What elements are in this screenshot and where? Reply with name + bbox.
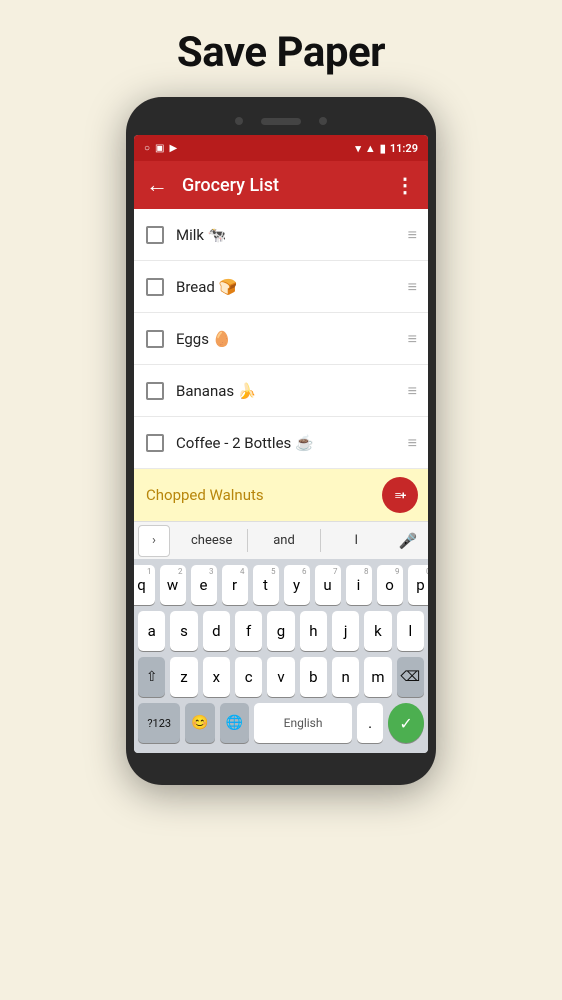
toolbar-title: Grocery List xyxy=(182,175,395,196)
add-icon: ≡+ xyxy=(395,489,405,502)
enter-key[interactable]: ✓ xyxy=(388,703,424,743)
toolbar: ← Grocery List ⋮ xyxy=(134,161,428,209)
more-button[interactable]: ⋮ xyxy=(395,173,416,197)
microphone-button[interactable]: 🎤 xyxy=(392,532,424,550)
key-x[interactable]: x xyxy=(203,657,230,697)
item-coffee: Coffee - 2 Bottles ☕ xyxy=(176,434,408,452)
key-h[interactable]: h xyxy=(300,611,327,651)
space-key[interactable]: English xyxy=(254,703,352,743)
drag-handle-bread[interactable]: ≡ xyxy=(408,277,416,297)
drag-handle-coffee[interactable]: ≡ xyxy=(408,433,416,453)
phone-top-bar xyxy=(134,111,428,135)
item-bananas: Bananas 🍌 xyxy=(176,382,408,400)
battery-icon: ▮ xyxy=(380,142,386,155)
key-v[interactable]: v xyxy=(267,657,294,697)
checkbox-bread[interactable] xyxy=(146,278,164,296)
suggestion-bar: › cheese and I 🎤 xyxy=(134,521,428,559)
key-z[interactable]: z xyxy=(170,657,197,697)
keyboard-row-2: a s d f g h j k l xyxy=(138,611,424,651)
key-q[interactable]: 1q xyxy=(134,565,155,605)
sensor-dot xyxy=(319,117,327,125)
add-item-button[interactable]: ≡+ xyxy=(382,477,418,513)
status-left-icons: ○ ▣ ▶ xyxy=(144,143,177,154)
key-l[interactable]: l xyxy=(397,611,424,651)
suggestion-cheese[interactable]: cheese xyxy=(176,529,248,552)
status-bar: ○ ▣ ▶ ▾ ▲ ▮ 11:29 xyxy=(134,135,428,161)
page-title: Save Paper xyxy=(177,28,385,77)
item-milk: Milk 🐄 xyxy=(176,226,408,244)
drag-handle-bananas[interactable]: ≡ xyxy=(408,381,416,401)
key-e[interactable]: 3e xyxy=(191,565,217,605)
period-key[interactable]: . xyxy=(357,703,383,743)
back-button[interactable]: ← xyxy=(146,172,168,198)
key-p[interactable]: 0p xyxy=(408,565,429,605)
key-s[interactable]: s xyxy=(170,611,197,651)
keyboard-row-1: 1q 2w 3e 4r 5t 6y 7u 8i 9o 0p xyxy=(138,565,424,605)
phone-screen: ○ ▣ ▶ ▾ ▲ ▮ 11:29 ← Grocery List ⋮ Milk … xyxy=(134,135,428,753)
phone-bottom-bar xyxy=(134,753,428,767)
suggestion-i[interactable]: I xyxy=(321,529,392,552)
key-c[interactable]: c xyxy=(235,657,262,697)
key-i[interactable]: 8i xyxy=(346,565,372,605)
checkbox-eggs[interactable] xyxy=(146,330,164,348)
key-y[interactable]: 6y xyxy=(284,565,310,605)
list-item: Eggs 🥚 ≡ xyxy=(134,313,428,365)
keyboard-row-4: ?123 😊 🌐 English . ✓ xyxy=(138,703,424,743)
list-item: Bread 🍞 ≡ xyxy=(134,261,428,313)
input-row[interactable]: Chopped Walnuts ≡+ xyxy=(134,469,428,521)
key-g[interactable]: g xyxy=(267,611,294,651)
status-right-icons: ▾ ▲ ▮ 11:29 xyxy=(355,142,418,155)
phone-shell: ○ ▣ ▶ ▾ ▲ ▮ 11:29 ← Grocery List ⋮ Milk … xyxy=(126,97,436,785)
keyboard: 1q 2w 3e 4r 5t 6y 7u 8i 9o 0p a s d f g … xyxy=(134,559,428,753)
key-f[interactable]: f xyxy=(235,611,262,651)
drag-handle-milk[interactable]: ≡ xyxy=(408,225,416,245)
drag-handle-eggs[interactable]: ≡ xyxy=(408,329,416,349)
input-current-text: Chopped Walnuts xyxy=(146,486,382,504)
key-w[interactable]: 2w xyxy=(160,565,186,605)
globe-key[interactable]: 🌐 xyxy=(220,703,249,743)
list-item: Bananas 🍌 ≡ xyxy=(134,365,428,417)
chevron-right-icon: › xyxy=(152,533,156,548)
backspace-key[interactable]: ⌫ xyxy=(397,657,424,697)
checkbox-coffee[interactable] xyxy=(146,434,164,452)
camera-dot xyxy=(235,117,243,125)
list-item: Milk 🐄 ≡ xyxy=(134,209,428,261)
key-o[interactable]: 9o xyxy=(377,565,403,605)
key-u[interactable]: 7u xyxy=(315,565,341,605)
key-t[interactable]: 5t xyxy=(253,565,279,605)
key-r[interactable]: 4r xyxy=(222,565,248,605)
key-m[interactable]: m xyxy=(364,657,391,697)
key-j[interactable]: j xyxy=(332,611,359,651)
key-k[interactable]: k xyxy=(364,611,391,651)
chevron-button[interactable]: › xyxy=(138,525,170,557)
emoji-key[interactable]: 😊 xyxy=(185,703,214,743)
suggestions-list: cheese and I xyxy=(176,529,392,552)
key-b[interactable]: b xyxy=(300,657,327,697)
shift-key[interactable]: ⇧ xyxy=(138,657,165,697)
keyboard-row-3: ⇧ z x c v b n m ⌫ xyxy=(138,657,424,697)
microphone-icon: 🎤 xyxy=(399,532,418,550)
key-n[interactable]: n xyxy=(332,657,359,697)
symbols-key[interactable]: ?123 xyxy=(138,703,180,743)
checkbox-milk[interactable] xyxy=(146,226,164,244)
time-display: 11:29 xyxy=(390,142,418,155)
sim-icon: ▣ xyxy=(155,143,164,154)
grocery-list: Milk 🐄 ≡ Bread 🍞 ≡ Eggs 🥚 ≡ Bananas 🍌 ≡ xyxy=(134,209,428,469)
key-a[interactable]: a xyxy=(138,611,165,651)
item-eggs: Eggs 🥚 xyxy=(176,330,408,348)
signal-icon: ▲ xyxy=(365,142,376,155)
wifi-icon: ▾ xyxy=(355,142,361,155)
circle-icon: ○ xyxy=(144,143,150,154)
checkbox-bananas[interactable] xyxy=(146,382,164,400)
suggestion-and[interactable]: and xyxy=(248,529,320,552)
item-bread: Bread 🍞 xyxy=(176,278,408,296)
list-item: Coffee - 2 Bottles ☕ ≡ xyxy=(134,417,428,469)
speaker xyxy=(261,118,301,125)
key-d[interactable]: d xyxy=(203,611,230,651)
play-icon: ▶ xyxy=(170,143,178,154)
